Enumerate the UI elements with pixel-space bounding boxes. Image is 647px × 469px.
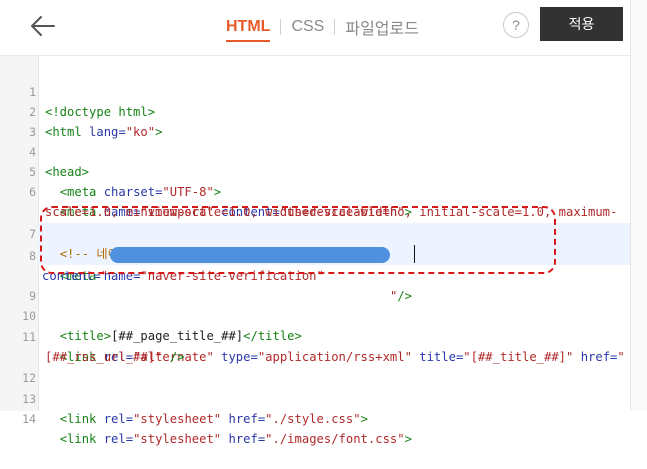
editor-tabs: HTML CSS 파일업로드 (226, 15, 419, 42)
back-button[interactable] (28, 12, 58, 40)
help-button[interactable]: ? (503, 12, 529, 38)
code-token: rel= (103, 432, 134, 446)
apply-button[interactable]: 적용 (540, 7, 623, 41)
editor-header: HTML CSS 파일업로드 ? 적용 (0, 0, 630, 56)
tab-html[interactable]: HTML (226, 18, 271, 42)
arrow-left-icon (31, 16, 55, 36)
vertical-scrollbar[interactable] (630, 0, 647, 411)
highlight-annotation-box (40, 206, 556, 274)
code-token: href= (221, 432, 266, 446)
line-number: 14 (22, 412, 36, 426)
tab-divider (280, 19, 282, 35)
code-token: "./images/font.css" (265, 432, 405, 446)
code-line: 14 <link rel="stylesheet" href="./images… (0, 389, 630, 469)
code-token: <link (59, 432, 104, 446)
code-token: "stylesheet" (133, 432, 222, 446)
code-token: > (404, 432, 412, 446)
tab-divider (334, 19, 336, 35)
tab-css[interactable]: CSS (291, 18, 324, 36)
tab-file-upload[interactable]: 파일업로드 (345, 15, 419, 39)
